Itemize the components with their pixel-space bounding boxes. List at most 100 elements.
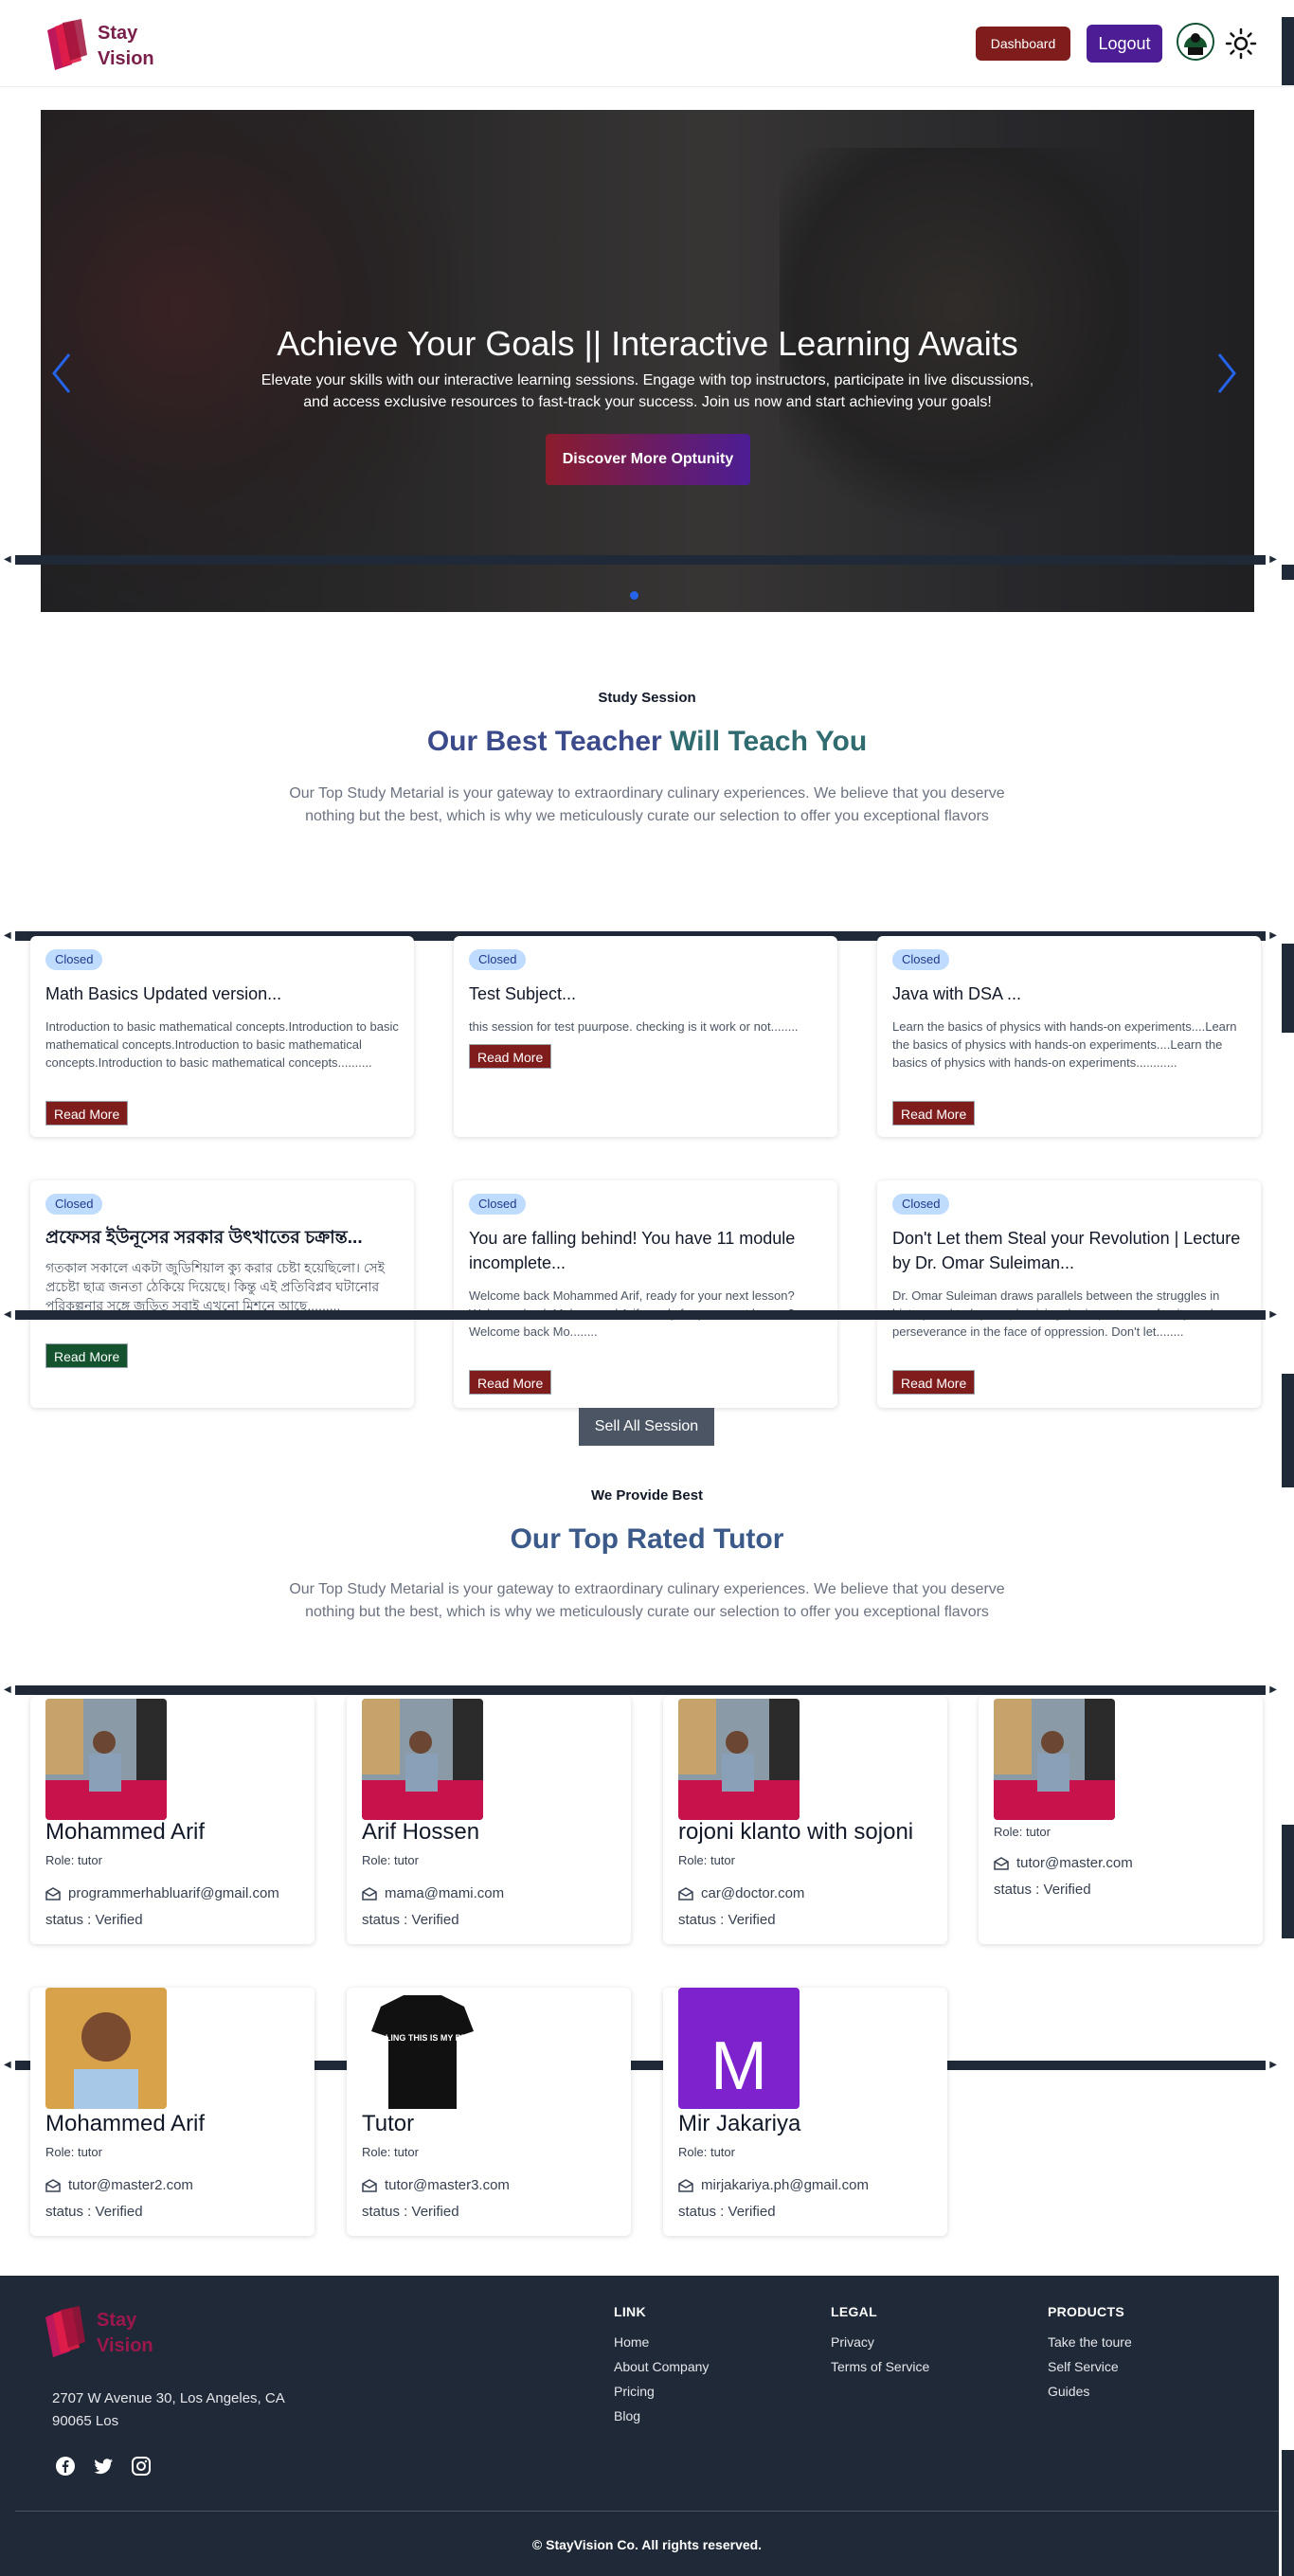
slider-pagination-dot[interactable] (630, 591, 638, 600)
avatar-icon (1178, 25, 1213, 59)
read-more-button[interactable]: Read More (892, 1370, 976, 1395)
theme-toggle-sun-icon[interactable] (1224, 27, 1258, 61)
footer-logo[interactable]: Stay Vision (42, 2304, 165, 2359)
instagram-icon[interactable] (131, 2456, 152, 2477)
mail-icon (994, 1856, 1009, 1870)
twitter-icon[interactable] (93, 2456, 114, 2477)
hero-slider: Achieve Your Goals || Interactive Learni… (41, 110, 1254, 612)
tutor-initial-avatar: M (678, 1988, 800, 2109)
vertical-scrollbar[interactable] (1282, 1374, 1294, 1487)
scroll-right-icon[interactable]: ▶ (1269, 928, 1277, 944)
tutor-status: status : Verified (994, 1882, 1091, 1898)
scroll-right-icon[interactable]: ▶ (1269, 1307, 1277, 1323)
vertical-scrollbar[interactable] (1282, 565, 1294, 580)
footer-link-privacy[interactable]: Privacy (831, 2334, 929, 2350)
sessions-title-part2: Will Teach You (670, 726, 868, 757)
tutor-photo (994, 1699, 1115, 1820)
horizontal-scrollbar[interactable]: ◀ ▶ (0, 552, 1281, 567)
sessions-eyebrow: Study Session (598, 690, 696, 706)
footer-link-blog[interactable]: Blog (614, 2408, 709, 2423)
tutors-title: Our Top Rated Tutor (510, 1523, 784, 1555)
read-more-button[interactable]: Read More (469, 1370, 552, 1395)
tutor-email-text: car@doctor.com (701, 1885, 805, 1901)
status-badge: Closed (469, 949, 527, 970)
brand-logo[interactable]: Stay Vision (44, 17, 167, 72)
tutor-card: rojoni klanto with sojoni Role: tutor ca… (663, 1696, 947, 1944)
scroll-left-icon[interactable]: ◀ (4, 928, 11, 944)
scroll-right-icon[interactable]: ▶ (1269, 552, 1277, 567)
footer-column-products: PRODUCTS Take the toure Self Service Gui… (1048, 2304, 1132, 2408)
session-title: Test Subject... (469, 984, 577, 1003)
footer-link-guides[interactable]: Guides (1048, 2384, 1132, 2399)
tutor-card: M Mir Jakariya Role: tutor mirjakariya.p… (663, 1988, 947, 2236)
tutor-status: status : Verified (678, 1912, 776, 1928)
session-description: Learn the basics of physics with hands-o… (892, 1019, 1237, 1070)
mail-icon (678, 2178, 693, 2192)
tutor-email: tutor@master2.com (45, 2177, 193, 2193)
tutor-email-text: programmerhabluarif@gmail.com (68, 1885, 279, 1901)
copyright: © StayVision Co. All rights reserved. (531, 2537, 763, 2552)
vertical-scrollbar[interactable] (1282, 2450, 1294, 2576)
scroll-left-icon[interactable]: ◀ (4, 552, 11, 567)
tutor-name: Tutor (362, 2111, 415, 2136)
tutor-name: Mir Jakariya (678, 2111, 801, 2136)
tutor-status: status : Verified (362, 2204, 459, 2220)
footer-link-home[interactable]: Home (614, 2334, 709, 2350)
tutor-name: rojoni klanto with sojoni (678, 1819, 914, 1845)
read-more-button[interactable]: Read More (469, 1044, 552, 1069)
tutor-email: mirjakariya.ph@gmail.com (678, 2177, 869, 2193)
status-badge: Closed (45, 1194, 103, 1215)
tutor-name: Mohammed Arif (45, 1819, 206, 1845)
tutor-email-text: tutor@master.com (1016, 1855, 1133, 1871)
footer-link-pricing[interactable]: Pricing (614, 2384, 709, 2399)
status-badge: Closed (892, 1194, 950, 1215)
logout-button[interactable]: Logout (1087, 25, 1162, 63)
vertical-scrollbar[interactable] (1282, 17, 1294, 85)
read-more-button[interactable]: Read More (45, 1101, 129, 1126)
horizontal-scrollbar[interactable]: ◀ ▶ (0, 1307, 1281, 1323)
session-title: প্রফেসর ইউনূসের সরকার উৎখাতের চক্রান্ত..… (45, 1228, 363, 1248)
slider-next-chevron-right-icon[interactable] (1215, 352, 1244, 400)
session-card: Closed Math Basics Updated version... In… (30, 936, 414, 1137)
tutor-role: Role: tutor (678, 1853, 735, 1867)
tutor-card: Arif Hossen Role: tutor mama@mami.com st… (347, 1696, 631, 1944)
mail-icon (678, 1886, 693, 1900)
session-title: Math Basics Updated version... (45, 984, 282, 1003)
tutor-status: status : Verified (45, 1912, 143, 1928)
hero-cta-button[interactable]: Discover More Optunity (546, 434, 750, 485)
tutor-role: Role: tutor (45, 2145, 102, 2159)
mail-icon (45, 2178, 61, 2192)
tutor-photo (45, 1988, 167, 2109)
footer-link-tour[interactable]: Take the toure (1048, 2334, 1132, 2350)
tutor-role: Role: tutor (362, 2145, 419, 2159)
scroll-right-icon[interactable]: ▶ (1269, 2058, 1277, 2073)
scrollbar-track (15, 1310, 1266, 1320)
vertical-scrollbar[interactable] (1282, 1825, 1294, 1938)
scroll-left-icon[interactable]: ◀ (4, 1683, 11, 1698)
read-more-button[interactable]: Read More (45, 1343, 129, 1368)
user-avatar[interactable] (1177, 23, 1214, 61)
footer-heading: PRODUCTS (1048, 2304, 1124, 2319)
session-card: Closed Test Subject... this session for … (454, 936, 837, 1137)
footer-link-about[interactable]: About Company (614, 2359, 709, 2374)
slider-prev-chevron-left-icon[interactable] (50, 352, 79, 400)
facebook-icon[interactable] (55, 2456, 76, 2477)
footer-link-terms[interactable]: Terms of Service (831, 2359, 929, 2374)
tutor-email-text: tutor@master3.com (385, 2177, 510, 2193)
scroll-right-icon[interactable]: ▶ (1269, 1683, 1277, 1698)
scroll-left-icon[interactable]: ◀ (4, 2058, 11, 2073)
brand-line1: Stay (98, 23, 138, 44)
tutor-email: tutor@master.com (994, 1855, 1133, 1871)
hero-text: Elevate your skills with our interactive… (261, 372, 1034, 410)
see-all-sessions-button[interactable]: Sell All Session (579, 1408, 714, 1446)
tutor-role: Role: tutor (362, 1853, 419, 1867)
footer-address: 2707 W Avenue 30, Los Angeles, CA 90065 … (52, 2390, 284, 2429)
read-more-button[interactable]: Read More (892, 1101, 976, 1126)
scroll-left-icon[interactable]: ◀ (4, 1307, 11, 1323)
vertical-scrollbar[interactable] (1282, 944, 1294, 1033)
dashboard-button[interactable]: Dashboard (976, 27, 1070, 61)
footer-link-self-service[interactable]: Self Service (1048, 2359, 1132, 2374)
tutor-name: Mohammed Arif (45, 2111, 206, 2136)
session-description: Introduction to basic mathematical conce… (45, 1019, 399, 1070)
tutor-photo (45, 1699, 167, 1820)
